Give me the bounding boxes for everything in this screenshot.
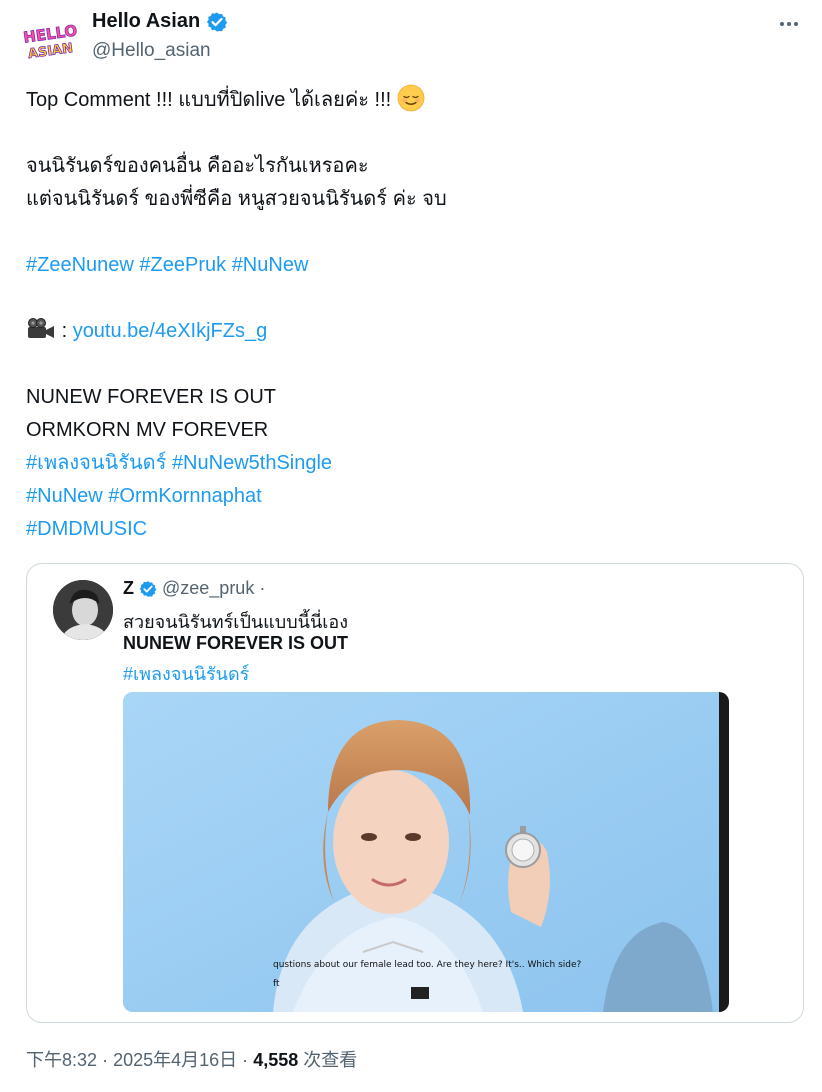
tweet-line-5: ORMKORN MV FOREVER [26, 419, 269, 441]
tweet-line-1: Top Comment !!! แบบที่ปิดlive ได้เลยค่ะ … [26, 84, 796, 117]
tweet-date[interactable]: 2025年4月16日 [113, 1050, 237, 1070]
hello-asian-logo: HELLO ASIAN [22, 12, 80, 70]
more-options-icon[interactable] [776, 14, 802, 34]
video-link[interactable]: youtu.be/4eXIkjFZs_g [73, 320, 268, 342]
tweet-time[interactable]: 下午8:32 [26, 1050, 97, 1070]
author-handle[interactable]: @Hello_asian [92, 40, 211, 62]
quoted-header: Z @zee_pruk · [123, 578, 265, 599]
author-display-name[interactable]: Hello Asian [92, 10, 200, 33]
video-prefix: : [61, 320, 68, 342]
quoted-tweet-card[interactable]: Z @zee_pruk · สวยจนนิรันทร์เป็นแบบนี้นี่… [26, 563, 804, 1023]
quoted-avatar-photo [53, 580, 113, 640]
hashtag-link[interactable]: #NuNew [232, 254, 309, 276]
quoted-media-photo[interactable]: qustions about our female lead too. Are … [123, 692, 729, 1012]
tweet-line-3: แต่จนนิรันดร์ ของพี่ซีคือ หนูสวยจนนิรันด… [26, 188, 447, 210]
hashtag-link[interactable]: #ZeeNunew [26, 254, 134, 276]
hashtag-row-3: #NuNew #OrmKornnaphat [26, 480, 796, 513]
relieved-face-emoji-icon [397, 84, 425, 112]
view-count: 4,558 [253, 1050, 299, 1070]
quoted-author-handle[interactable]: @zee_pruk [162, 578, 254, 599]
hashtag-row-4: #DMDMUSIC [26, 513, 796, 546]
video-link-row: : youtu.be/4eXIkjFZs_g [26, 315, 796, 348]
quoted-dot: · [259, 578, 266, 598]
quoted-text-line-2: NUNEW FOREVER IS OUT [123, 633, 349, 653]
hashtag-link[interactable]: #ZeePruk [139, 254, 226, 276]
hashtag-link[interactable]: #DMDMUSIC [26, 518, 147, 540]
quoted-author-name[interactable]: Z [123, 578, 134, 599]
hashtag-link[interactable]: #OrmKornnaphat [108, 485, 261, 507]
hashtag-link[interactable]: #NuNew5thSingle [172, 452, 332, 474]
hashtag-row-2: #เพลงจนนิรันดร์ #NuNew5thSingle [26, 447, 796, 480]
quoted-text-line-1: สวยจนนิรันทร์เป็นแบบนี้นี่เอง [123, 612, 348, 632]
video-subtitle: qustions about our female lead too. Are … [273, 960, 582, 970]
meta-separator: · [102, 1050, 109, 1070]
quoted-hashtag[interactable]: #เพลงจนนิรันดร์ [123, 659, 249, 688]
tweet-text: Top Comment !!! แบบที่ปิดlive ได้เลยค่ะ … [26, 84, 796, 546]
verified-badge-icon [139, 580, 157, 597]
tweet-line-4: NUNEW FOREVER IS OUT [26, 386, 277, 408]
verified-badge-icon [207, 12, 228, 31]
view-label: 次查看 [303, 1050, 358, 1070]
hashtag-row-1: #ZeeNunew #ZeePruk #NuNew [26, 249, 796, 282]
meta-separator: · [242, 1050, 249, 1070]
author-name-row: Hello Asian [92, 10, 228, 33]
author-avatar[interactable]: HELLO ASIAN [22, 12, 80, 70]
quoted-author-avatar[interactable] [53, 580, 113, 640]
video-subtitle-2: ft [273, 979, 280, 989]
tweet-line-2: จนนิรันดร์ของคนอื่น คืออะไรกันเหรอคะ [26, 155, 369, 177]
movie-camera-icon [28, 318, 54, 338]
hashtag-link[interactable]: #NuNew [26, 485, 103, 507]
hashtag-link[interactable]: #เพลงจนนิรันดร์ [26, 452, 166, 474]
tweet-metadata: 下午8:32 · 2025年4月16日 · 4,558 次查看 [26, 1046, 357, 1072]
tweet-line-1-text: Top Comment !!! แบบที่ปิดlive ได้เลยค่ะ … [26, 89, 392, 111]
